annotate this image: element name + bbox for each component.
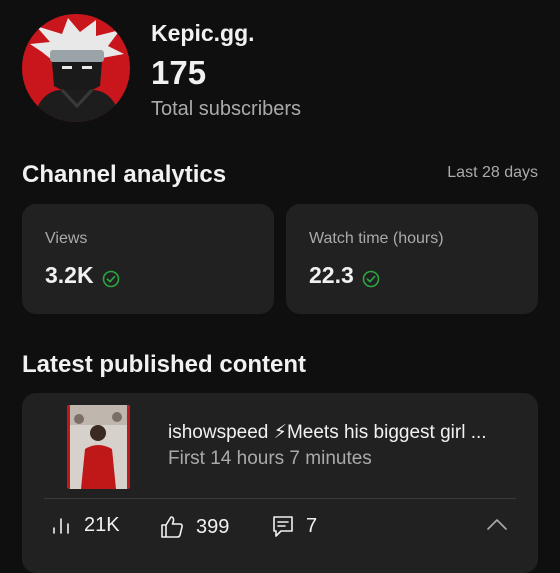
likes-metric: 399 — [158, 513, 229, 541]
views-card[interactable]: Views 3.2K — [22, 204, 274, 314]
video-title[interactable]: ishowspeed ⚡Meets his biggest girl ... — [168, 421, 528, 444]
subscriber-label: Total subscribers — [151, 98, 302, 120]
views-metric-value: 21K — [84, 513, 120, 536]
views-value: 3.2K — [45, 262, 94, 288]
thumbs-up-icon — [158, 513, 186, 541]
video-subtitle: First 14 hours 7 minutes — [168, 448, 372, 469]
chevron-up-icon — [486, 518, 508, 535]
channel-avatar[interactable] — [22, 14, 130, 122]
views-metric: 21K — [50, 513, 120, 537]
channel-name: Kepic.gg. — [151, 20, 255, 46]
latest-content-heading: Latest published content — [22, 351, 307, 378]
comment-icon — [270, 513, 296, 539]
watch-time-value: 22.3 — [309, 262, 354, 288]
latest-video-card[interactable]: ishowspeed ⚡Meets his biggest girl ... F… — [22, 393, 538, 573]
check-circle-icon — [362, 267, 380, 287]
card-divider — [44, 498, 516, 499]
video-thumbnail[interactable] — [67, 405, 130, 489]
watch-time-card[interactable]: Watch time (hours) 22.3 — [286, 204, 538, 314]
collapse-button[interactable] — [486, 517, 508, 536]
analytics-heading: Channel analytics — [22, 161, 227, 188]
watch-time-label: Watch time (hours) — [309, 230, 444, 247]
views-label: Views — [45, 230, 88, 247]
check-circle-icon — [102, 267, 120, 287]
likes-metric-value: 399 — [196, 515, 230, 538]
comments-metric: 7 — [270, 513, 317, 539]
bar-chart-icon — [50, 513, 74, 537]
comments-metric-value: 7 — [306, 514, 318, 537]
subscriber-count: 175 — [151, 54, 207, 91]
analytics-period: Last 28 days — [447, 164, 538, 181]
